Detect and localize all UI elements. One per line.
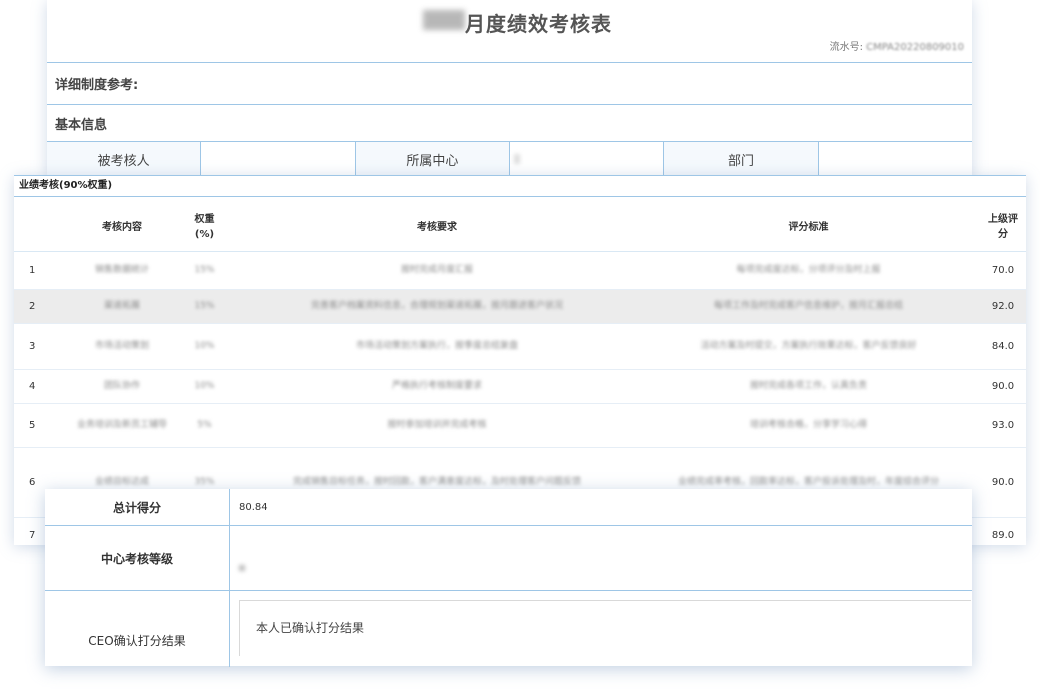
department-value[interactable] <box>819 142 972 176</box>
row-weight: 10% <box>172 369 237 404</box>
row-number: 4 <box>14 369 72 404</box>
row-score[interactable]: 93.0 <box>980 403 1026 448</box>
col-criteria-header: 评分标准 <box>637 203 980 252</box>
col-no-header <box>14 203 72 252</box>
table-row[interactable]: 3 市场活动策划 10% 市场活动策划方案执行，按季度总结复盘 活动方案及时提交… <box>14 323 1026 370</box>
row-content: 市场活动策划 <box>72 323 172 370</box>
col-content-header: 考核内容 <box>72 203 172 252</box>
row-content: 业务培训及新员工辅导 <box>72 403 172 448</box>
center-grade-label: 中心考核等级 <box>45 526 230 590</box>
row-weight: 10% <box>172 323 237 370</box>
redacted-center <box>513 154 520 164</box>
row-weight: 5% <box>172 403 237 448</box>
row-score[interactable]: 90.0 <box>980 369 1026 404</box>
basic-info-section: 基本信息 <box>47 105 972 142</box>
row-score[interactable]: 84.0 <box>980 323 1026 370</box>
row-requirement: 按时参加培训并完成考核 <box>237 403 637 448</box>
table-row[interactable]: 4 团队协作 10% 严格执行考核制度要求 按时完成各项工作，认真负责 90.0 <box>14 369 1026 404</box>
table-row[interactable]: 1 销售数据统计 15% 按时完成月度汇报 每项完成度达标，分项评分及时上报 7… <box>14 251 1026 290</box>
ceo-confirm-textarea[interactable]: 本人已确认打分结果 <box>239 600 971 656</box>
assessee-value[interactable] <box>201 142 356 176</box>
row-number: 3 <box>14 323 72 370</box>
col-requirement-header: 考核要求 <box>237 203 637 252</box>
center-label: 所属中心 <box>355 142 510 176</box>
performance-section-title: 业绩考核(90%权重) <box>14 175 1026 197</box>
col-weight-header: 权重 (%) <box>172 203 237 252</box>
assessee-label: 被考核人 <box>47 142 202 176</box>
row-criteria: 培训考核合格，分享学习心得 <box>637 403 980 448</box>
title-row: 月度绩效考核表 流水号: CMPA20220809010 <box>47 0 972 63</box>
summary-card: 总计得分 80.84 中心考核等级 CEO确认打分结果 本人已确认打分结果 <box>45 489 972 667</box>
row-criteria: 每项完成度达标，分项评分及时上报 <box>637 251 980 290</box>
row-requirement: 完善客户档案资料信息，合理规划渠道拓展，按月跟进客户状况 <box>237 289 637 324</box>
row-number: 5 <box>14 403 72 448</box>
serial-value: CMPA20220809010 <box>866 42 964 53</box>
redacted-grade <box>239 565 245 571</box>
score-header-line1: 上级评 <box>988 214 1018 225</box>
form-header-card: 月度绩效考核表 流水号: CMPA20220809010 详细制度参考: 基本信… <box>47 0 972 180</box>
weight-header-line1: 权重 <box>194 214 215 225</box>
score-header-line2: 分 <box>998 229 1008 240</box>
serial-number: 流水号: CMPA20220809010 <box>830 38 964 53</box>
row-criteria: 每项工作及时完成客户信息维护，按月汇报总结 <box>637 289 980 324</box>
table-row[interactable]: 5 业务培训及新员工辅导 5% 按时参加培训并完成考核 培训考核合格，分享学习心… <box>14 403 1026 448</box>
page-title: 月度绩效考核表 <box>465 12 612 36</box>
row-number: 2 <box>14 289 72 324</box>
col-score-header: 上级评 分 <box>980 203 1026 252</box>
center-value[interactable] <box>510 142 665 176</box>
total-score-row: 总计得分 80.84 <box>45 489 972 526</box>
table-row[interactable]: 2 渠道拓展 15% 完善客户档案资料信息，合理规划渠道拓展，按月跟进客户状况 … <box>14 289 1026 324</box>
total-score-label: 总计得分 <box>45 489 230 525</box>
table-header-row: 考核内容 权重 (%) 考核要求 评分标准 上级评 分 <box>14 203 1026 252</box>
row-requirement: 市场活动策划方案执行，按季度总结复盘 <box>237 323 637 370</box>
row-score[interactable]: 89.0 <box>980 517 1026 545</box>
basic-info-row: 被考核人 所属中心 部门 <box>47 142 972 177</box>
ceo-confirm-cell: 本人已确认打分结果 <box>230 591 972 667</box>
row-criteria: 活动方案及时提交，方案执行效果达标，客户反馈良好 <box>637 323 980 370</box>
center-grade-value[interactable] <box>230 526 972 590</box>
serial-label: 流水号: <box>829 42 863 53</box>
row-content: 团队协作 <box>72 369 172 404</box>
ceo-confirm-row: CEO确认打分结果 本人已确认打分结果 <box>45 591 972 667</box>
row-requirement: 严格执行考核制度要求 <box>237 369 637 404</box>
row-content: 渠道拓展 <box>72 289 172 324</box>
row-score[interactable]: 92.0 <box>980 289 1026 324</box>
redacted-title-prefix <box>423 10 465 30</box>
row-requirement: 按时完成月度汇报 <box>237 251 637 290</box>
row-number: 1 <box>14 251 72 290</box>
center-grade-row: 中心考核等级 <box>45 526 972 591</box>
weight-header-line2: (%) <box>194 229 215 240</box>
row-score[interactable]: 70.0 <box>980 251 1026 290</box>
row-weight: 15% <box>172 251 237 290</box>
policy-reference-section: 详细制度参考: <box>47 63 972 105</box>
row-criteria: 按时完成各项工作，认真负责 <box>637 369 980 404</box>
row-weight: 15% <box>172 289 237 324</box>
ceo-confirm-label: CEO确认打分结果 <box>45 591 230 667</box>
department-label: 部门 <box>664 142 819 176</box>
row-content: 销售数据统计 <box>72 251 172 290</box>
total-score-value: 80.84 <box>239 501 268 513</box>
row-score[interactable]: 90.0 <box>980 447 1026 518</box>
